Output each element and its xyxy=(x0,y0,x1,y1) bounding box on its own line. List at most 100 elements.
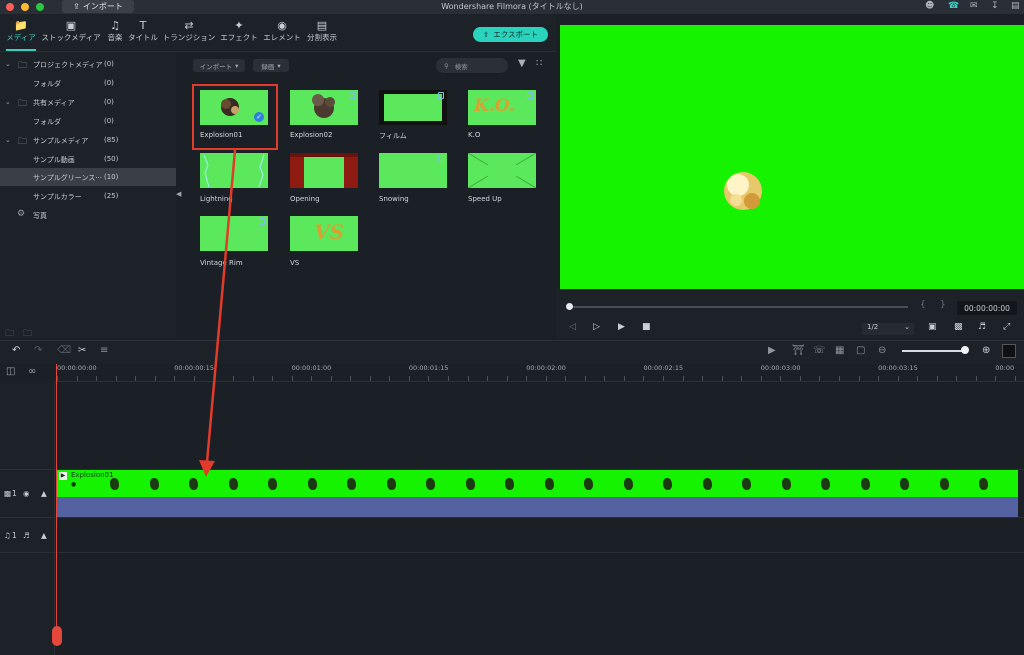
tab-effects[interactable]: ✦ エフェクト xyxy=(219,20,259,50)
media-thumbnail-opening[interactable] xyxy=(290,153,358,188)
mark-in-icon[interactable]: { xyxy=(920,300,926,310)
import-icon: ⇪ xyxy=(73,2,80,11)
media-thumbnail-speed-up[interactable] xyxy=(468,153,536,188)
audio-waveform-bar[interactable] xyxy=(57,497,1018,517)
render-preview-icon[interactable]: ▶ xyxy=(768,345,776,356)
playback-resolution-select[interactable]: 1/2 ⌄ xyxy=(862,323,914,335)
chevron-down-icon: ⌄ xyxy=(5,136,11,144)
timeline-toolbar xyxy=(0,340,1024,364)
cut-scissors-icon[interactable]: ✂ xyxy=(78,345,86,356)
captions-icon[interactable]: ▢ xyxy=(856,345,865,356)
playhead-line[interactable] xyxy=(56,364,57,646)
library-item-sample-greenscreen[interactable]: サンプルグリーンス··· (10) xyxy=(0,168,176,186)
library-item-count: (85) xyxy=(104,136,119,144)
library-item-sample-color[interactable]: サンプルカラー (25) xyxy=(0,187,176,205)
new-folder-icon[interactable]: 🗀 xyxy=(5,329,14,339)
library-item-project-media[interactable]: ⌄ 🗀 プロジェクトメディア (0) xyxy=(0,55,176,73)
undo-icon[interactable]: ↶ xyxy=(12,345,20,356)
media-thumbnail-explosion02[interactable] xyxy=(290,90,358,125)
ruler-time-label: 00:00:00:15 xyxy=(174,364,214,372)
display-settings-icon[interactable]: ▣ xyxy=(928,322,937,332)
chevron-down-icon: ▾ xyxy=(235,61,239,70)
ruler-tick xyxy=(213,376,214,381)
seek-handle[interactable] xyxy=(566,303,573,310)
import-dropdown[interactable]: インポート ▾ xyxy=(193,59,245,72)
tab-elements[interactable]: ◉ エレメント xyxy=(262,20,302,50)
ruler-tick xyxy=(331,376,332,381)
clip-frame-thumbnail xyxy=(703,478,712,490)
video-clip-explosion01[interactable] xyxy=(57,470,1018,497)
voiceover-mic-icon[interactable]: ☏ xyxy=(813,345,826,356)
record-dropdown[interactable]: 録画 ▾ xyxy=(253,59,289,72)
account-icon[interactable]: ☻ xyxy=(925,1,934,11)
grid-view-icon[interactable]: ∷ xyxy=(536,58,542,69)
media-thumbnail-ko[interactable]: K.O. xyxy=(468,90,536,125)
collapse-panel-icon[interactable]: ◀ xyxy=(176,190,181,198)
play-icon[interactable]: ▶ xyxy=(618,322,625,332)
media-thumbnail-vintage-rim[interactable] xyxy=(200,216,268,251)
library-item-shared-media[interactable]: ⌄ 🗀 共有メディア (0) xyxy=(0,93,176,111)
tab-stock-media[interactable]: ▣ ストックメディア xyxy=(40,20,102,50)
notification-icon[interactable]: ✉ xyxy=(970,1,978,11)
speaker-icon[interactable]: ♬ xyxy=(23,531,30,540)
library-item-sample-video[interactable]: サンプル動画 (50) xyxy=(0,150,176,168)
download-icon[interactable]: ↧ xyxy=(991,1,999,11)
library-item-photos[interactable]: ⚙ 写真 xyxy=(0,206,176,224)
audio-mixer-icon[interactable]: ▦ xyxy=(835,345,844,356)
tab-media[interactable]: 📁 メディア xyxy=(4,20,38,50)
thumbnail-label: Vintage Rim xyxy=(200,259,243,267)
volume-icon[interactable]: ♬ xyxy=(978,322,986,332)
track-layout-icon[interactable] xyxy=(1002,344,1016,358)
media-thumbnail-lightning[interactable] xyxy=(200,153,268,188)
ruler-time-label: 00:00:02:15 xyxy=(643,364,684,372)
support-headset-icon[interactable]: ☎ xyxy=(948,1,959,11)
library-item-sample-media[interactable]: ⌄ 🗀 サンプルメディア (85) xyxy=(0,131,176,149)
adjust-icon[interactable]: ≡ xyxy=(100,345,108,356)
split-screen-icon: ▤ xyxy=(316,19,328,32)
lock-icon[interactable]: ▲ xyxy=(41,489,47,498)
zoom-slider-handle[interactable] xyxy=(961,346,969,354)
folder-icon[interactable]: 🗀 xyxy=(23,329,32,339)
media-thumbnail-snowing[interactable] xyxy=(379,153,447,188)
ruler-time-label: 00:00:03:00 xyxy=(760,364,801,372)
add-track-icon[interactable]: ◫ xyxy=(6,366,15,377)
minimize-window-button[interactable] xyxy=(21,3,29,11)
folder-icon: 🗀 xyxy=(18,99,28,109)
marker-icon[interactable]: ⛩ xyxy=(792,345,805,356)
library-item-folder[interactable]: フォルダ (0) xyxy=(0,112,176,130)
tab-music[interactable]: ♫ 音楽 xyxy=(103,20,127,50)
redo-icon[interactable]: ↷ xyxy=(34,345,42,356)
clip-frame-thumbnail xyxy=(742,478,751,490)
media-thumbnail-film[interactable] xyxy=(379,90,447,125)
timeline-zoom-slider[interactable] xyxy=(902,350,968,352)
mail-icon[interactable]: ▤ xyxy=(1011,1,1020,11)
tab-title[interactable]: T タイトル xyxy=(128,20,158,50)
delete-icon[interactable]: ⌫ xyxy=(57,345,71,356)
library-item-folder[interactable]: フォルダ (0) xyxy=(0,74,176,92)
ruler-tick xyxy=(917,376,918,381)
chevron-down-icon: ▾ xyxy=(277,61,281,70)
import-tab[interactable]: ⇪ インポート xyxy=(62,0,134,13)
stop-icon[interactable]: ■ xyxy=(642,322,651,332)
zoom-window-button[interactable] xyxy=(36,3,44,11)
search-input[interactable]: ⚲ 検索 xyxy=(436,58,508,73)
lock-icon[interactable]: ▲ xyxy=(41,531,47,540)
snapshot-camera-icon[interactable]: ▩ xyxy=(954,322,963,332)
preview-seek-bar[interactable] xyxy=(568,306,908,308)
mark-out-icon[interactable]: } xyxy=(940,300,946,310)
media-thumbnail-vs[interactable]: VS xyxy=(290,216,358,251)
eye-visibility-icon[interactable]: ◉ xyxy=(23,489,30,498)
filter-icon[interactable]: ▼ xyxy=(518,58,526,69)
export-button[interactable]: ⇪ エクスポート xyxy=(473,27,548,42)
link-icon[interactable]: ∞ xyxy=(28,366,36,377)
previous-frame-icon[interactable]: ◁ xyxy=(569,322,576,332)
close-window-button[interactable] xyxy=(6,3,14,11)
ruler-tick xyxy=(428,376,429,381)
step-back-icon[interactable]: ▷ xyxy=(593,322,600,332)
tab-split-screen[interactable]: ▤ 分割表示 xyxy=(304,20,340,50)
playhead-handle[interactable] xyxy=(52,626,62,646)
fullscreen-icon[interactable]: ⤢ xyxy=(1003,322,1010,332)
zoom-in-icon[interactable]: ⊕ xyxy=(982,345,990,356)
zoom-out-icon[interactable]: ⊖ xyxy=(878,345,886,356)
tab-transition[interactable]: ⇄ トランジション xyxy=(161,20,217,50)
